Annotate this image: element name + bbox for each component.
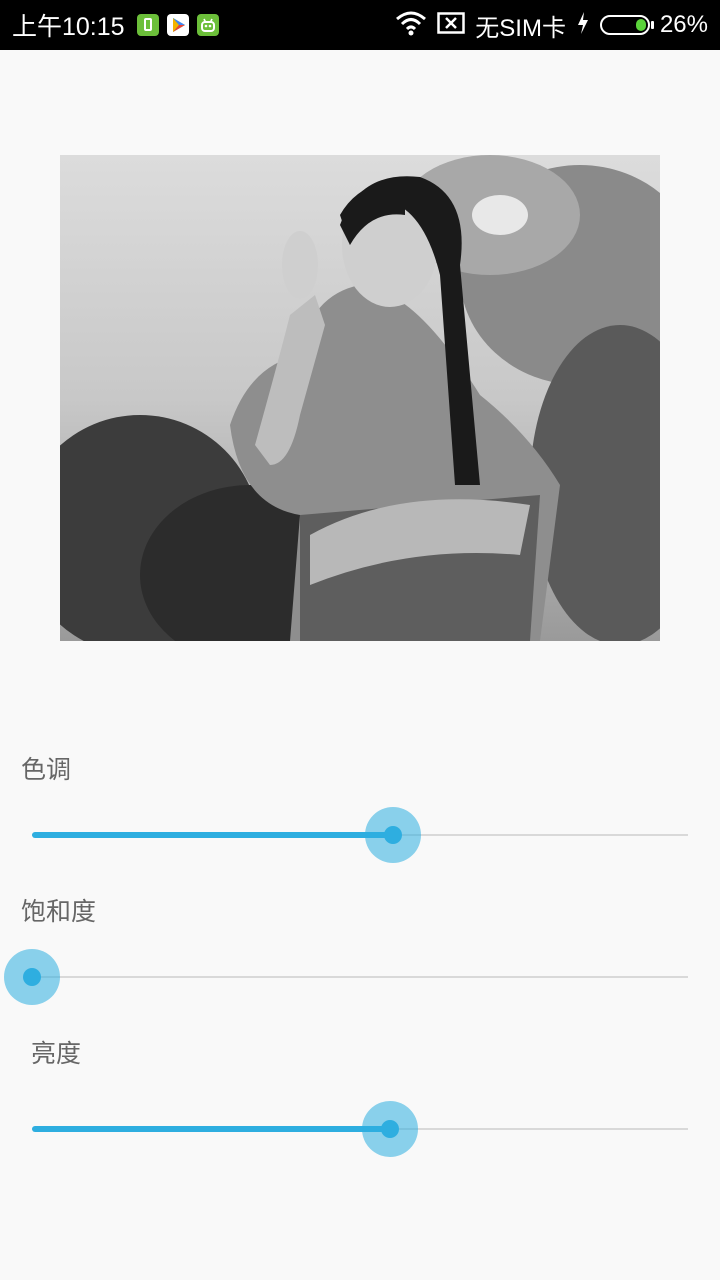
status-bar: 上午10:15 无SIM卡 26% [0, 0, 720, 50]
preview-photo [60, 155, 660, 641]
status-bar-left: 上午10:15 [12, 0, 219, 50]
saturation-label: 饱和度 [21, 897, 97, 926]
sim-app-icon [136, 14, 159, 36]
hue-slider[interactable] [32, 805, 688, 865]
hue-slider-progress [32, 832, 393, 838]
status-time: 上午10:15 [12, 13, 125, 41]
play-store-icon [166, 14, 189, 36]
status-bar-right: 无SIM卡 26% [395, 0, 708, 50]
brightness-slider[interactable] [32, 1099, 688, 1159]
saturation-slider-thumb[interactable] [4, 949, 60, 1005]
wifi-icon [395, 10, 427, 40]
battery-percent: 26% [659, 11, 708, 38]
saturation-slider-track[interactable] [32, 976, 688, 978]
brightness-slider-progress [32, 1126, 390, 1132]
hue-label: 色调 [21, 755, 72, 784]
battery-icon [599, 15, 654, 35]
charging-icon [576, 11, 590, 39]
brightness-slider-thumb[interactable] [362, 1101, 418, 1157]
saturation-slider[interactable] [4, 947, 688, 1007]
brightness-label: 亮度 [31, 1039, 82, 1068]
no-sim-icon [437, 12, 466, 38]
android-icon [196, 14, 219, 36]
carrier-text: 无SIM卡 [475, 14, 566, 42]
hue-slider-thumb[interactable] [365, 807, 421, 863]
